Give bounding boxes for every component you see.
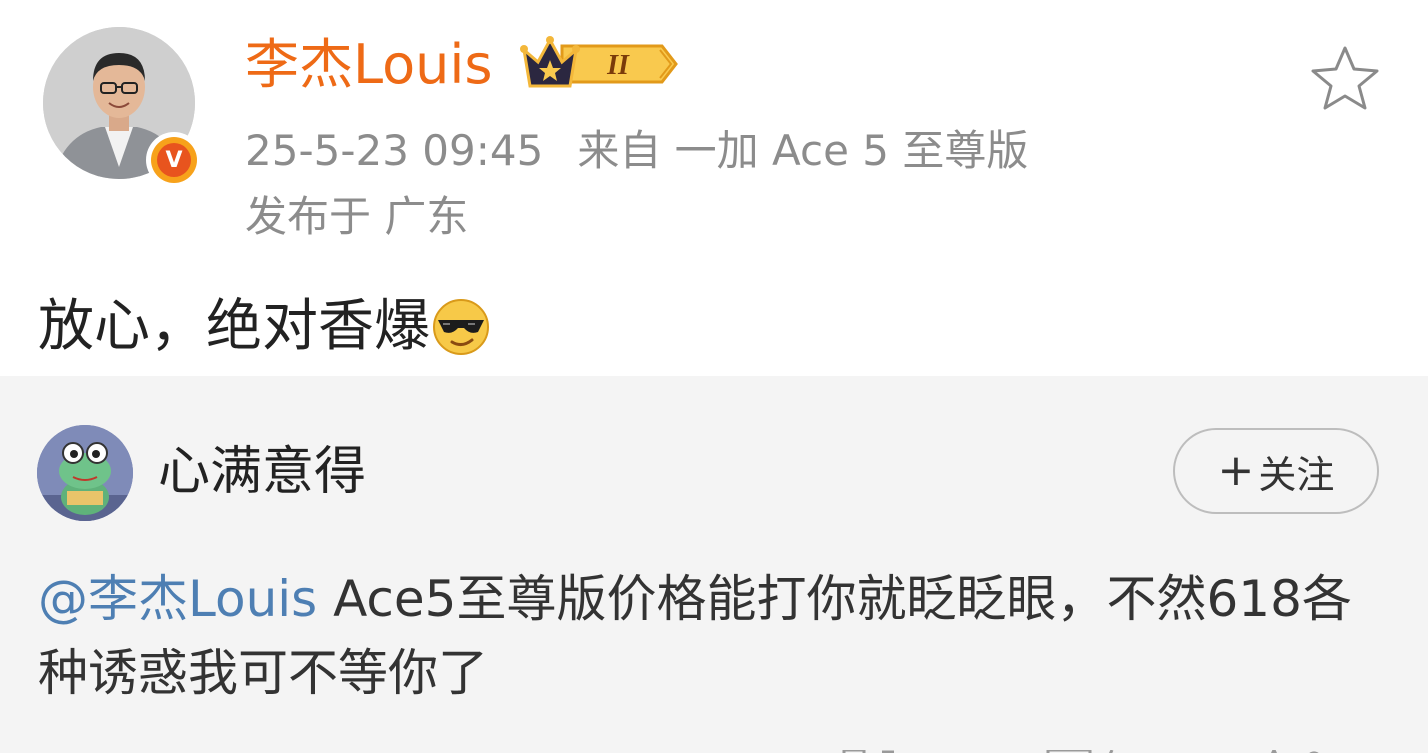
post-meta: 25-5-23 09:45 来自 一加 Ace 5 至尊版 <box>245 124 1028 178</box>
reply-section: 心满意得 + 关注 @李杰Louis Ace5至尊版价格能打你就眨眨眼，不然61… <box>0 376 1428 753</box>
main-post: V 李杰Louis II 25-5-23 09:45 来自 一加 Ace 5 至… <box>0 0 1428 376</box>
vip-crown-badge-icon[interactable]: II <box>520 36 678 92</box>
post-location: 发布于 广东 <box>245 192 469 241</box>
plus-icon: + <box>1217 445 1255 496</box>
sunglasses-emoji-icon <box>432 298 490 356</box>
weibo-post-page: V 李杰Louis II 25-5-23 09:45 来自 一加 Ace 5 至… <box>0 0 1428 753</box>
favorite-star-icon[interactable] <box>1310 44 1380 110</box>
follow-label: 关注 <box>1258 452 1335 497</box>
post-source: 来自 一加 Ace 5 至尊版 <box>577 126 1029 175</box>
reply-user-avatar[interactable] <box>37 425 133 521</box>
post-content: 放心，绝对香爆 <box>38 292 490 362</box>
action-bar-icons <box>830 744 1330 753</box>
mention-link[interactable]: @李杰Louis <box>38 570 317 628</box>
verified-badge-icon: V <box>146 132 202 188</box>
post-timestamp: 25-5-23 09:45 <box>245 126 544 175</box>
reply-username[interactable]: 心满意得 <box>158 440 366 504</box>
follow-button[interactable]: + 关注 <box>1173 428 1379 514</box>
author-name[interactable]: 李杰Louis <box>245 32 493 98</box>
vip-level-text: II <box>606 50 630 81</box>
reply-content: @李杰Louis Ace5至尊版价格能打你就眨眨眼，不然618各种诱惑我可不等你… <box>38 562 1368 710</box>
post-text: 放心，绝对香爆 <box>38 294 430 359</box>
